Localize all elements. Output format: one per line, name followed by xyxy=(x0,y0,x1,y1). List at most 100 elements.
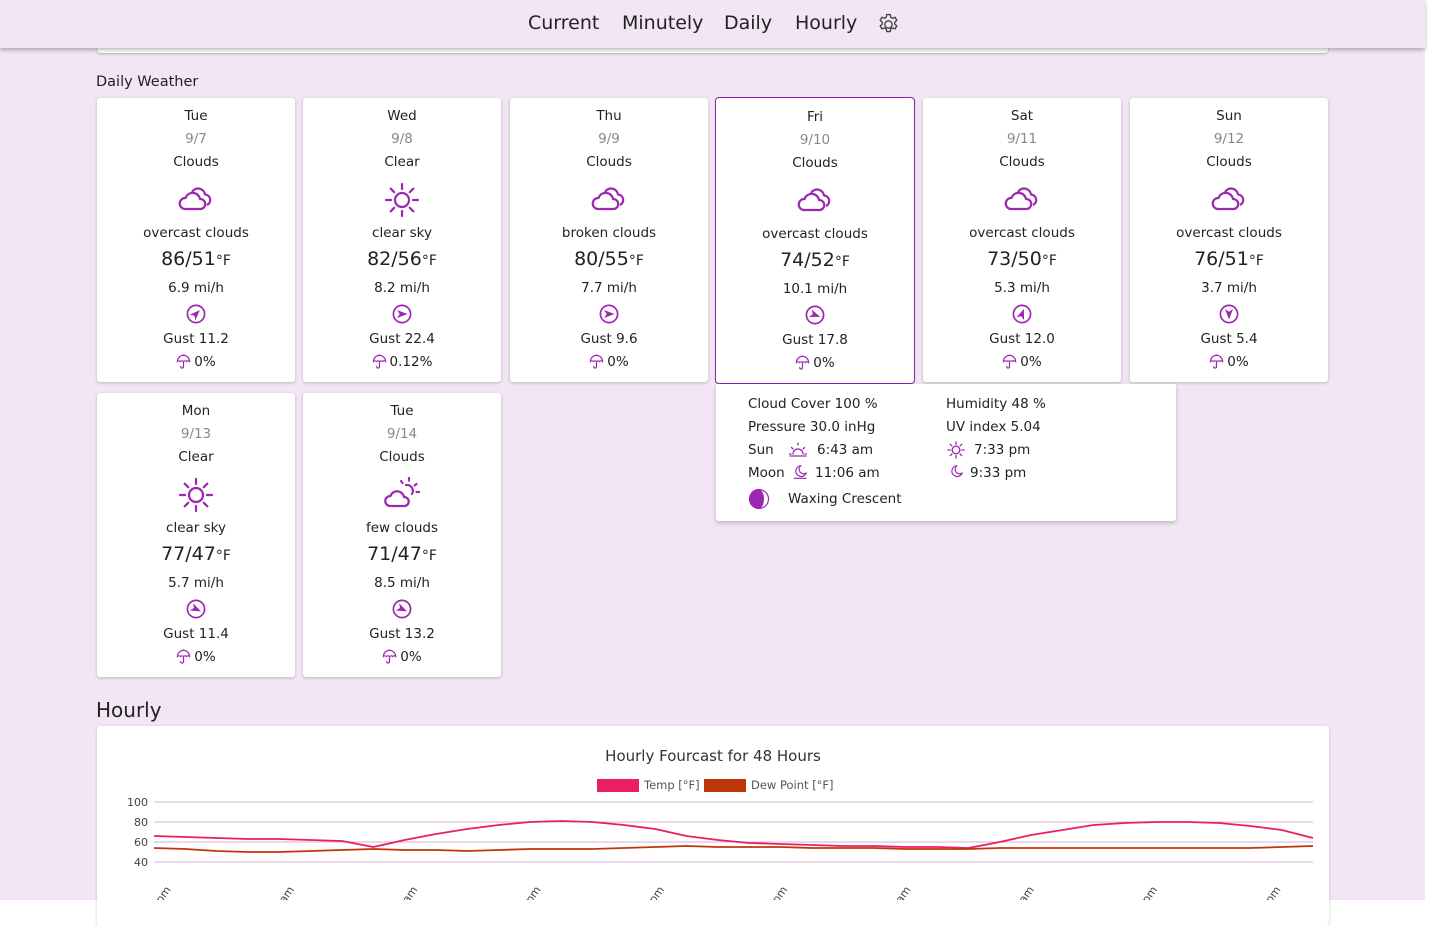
temp-low: 50 xyxy=(1017,248,1042,270)
day-name: Fri xyxy=(806,109,824,125)
nav-hourly[interactable]: Hourly xyxy=(795,12,857,34)
x-tick-label: 12 pm xyxy=(513,884,544,900)
humidity: Humidity 48 % xyxy=(946,396,1046,412)
weather-main: Clouds xyxy=(379,449,425,465)
weather-main: Clouds xyxy=(1206,154,1252,170)
wind-gust: Gust 5.4 xyxy=(1200,331,1258,347)
umbrella-icon xyxy=(382,649,400,665)
temperature: 73/50°F xyxy=(987,248,1057,270)
moonrise-icon xyxy=(793,465,807,479)
moon-label: Moon xyxy=(748,465,785,481)
precipitation: 0% xyxy=(97,354,295,370)
precip-value: 0% xyxy=(194,649,216,665)
temp-unit: °F xyxy=(1248,253,1264,269)
wind-direction-icon xyxy=(186,304,206,324)
wind-gust: Gust 22.4 xyxy=(369,331,435,347)
weather-description: overcast clouds xyxy=(762,226,868,242)
weather-main: Clouds xyxy=(586,154,632,170)
daily-section-title: Daily Weather xyxy=(96,74,199,90)
day-card[interactable]: Thu 9/9 Clouds broken clouds 80/55°F 7.7… xyxy=(510,98,708,382)
gear-icon[interactable] xyxy=(876,12,901,37)
precipitation: 0% xyxy=(97,649,295,665)
hourly-chart-card: Hourly Fourcast for 48 Hours Temp [°F] Dew… xyxy=(97,726,1329,926)
day-name: Tue xyxy=(390,403,414,419)
nav-minutely[interactable]: Minutely xyxy=(622,12,703,34)
temp-high: 76 xyxy=(1194,248,1219,270)
wind-direction-icon xyxy=(805,305,825,325)
temp-high: 80 xyxy=(574,248,599,270)
day-name: Tue xyxy=(184,108,208,124)
wind-speed: 5.7 mi/h xyxy=(168,575,224,591)
y-tick-label: 80 xyxy=(134,816,148,829)
temp-high: 82 xyxy=(367,248,392,270)
day-date: 9/10 xyxy=(799,132,831,148)
y-tick-label: 60 xyxy=(134,836,148,849)
temp-unit: °F xyxy=(1041,253,1057,269)
day-card[interactable]: Wed 9/8 Clear clear sky 82/56°F 8.2 mi/h… xyxy=(303,98,501,382)
sun-label: Sun xyxy=(748,442,774,458)
temp-high: 77 xyxy=(161,543,186,565)
wind-direction-icon xyxy=(392,599,412,619)
precip-value: 0% xyxy=(400,649,422,665)
x-tick-label: 9 pm xyxy=(147,884,174,900)
day-card[interactable]: Tue 9/14 Clouds few clouds 71/47°F 8.5 m… xyxy=(303,393,501,677)
temp-unit: °F xyxy=(421,548,437,564)
legend-swatch xyxy=(704,779,746,792)
day-card[interactable]: Fri 9/10 Clouds overcast clouds 74/52°F … xyxy=(715,97,915,384)
clouds-icon xyxy=(589,180,629,220)
weather-description: overcast clouds xyxy=(1176,225,1282,241)
nav-current[interactable]: Current xyxy=(528,12,599,34)
weather-description: clear sky xyxy=(372,225,432,241)
precip-value: 0% xyxy=(1020,354,1042,370)
moonset-icon xyxy=(951,465,963,478)
nav-daily[interactable]: Daily xyxy=(724,12,772,34)
clouds-icon xyxy=(176,180,216,220)
hourly-chart: Hourly Fourcast for 48 Hours Temp [°F] Dew… xyxy=(127,747,1314,900)
y-tick-label: 100 xyxy=(127,796,148,809)
wind-speed: 8.5 mi/h xyxy=(374,575,430,591)
umbrella-icon xyxy=(372,354,390,370)
precipitation: 0% xyxy=(303,649,501,665)
day-card[interactable]: Tue 9/7 Clouds overcast clouds 86/51°F 6… xyxy=(97,98,295,382)
wind-gust: Gust 17.8 xyxy=(782,332,848,348)
temp-low: 55 xyxy=(604,248,629,270)
day-name: Sun xyxy=(1216,108,1242,124)
day-date: 9/9 xyxy=(598,131,620,147)
day-card[interactable]: Sun 9/12 Clouds overcast clouds 76/51°F … xyxy=(1130,98,1328,382)
wind-direction-icon xyxy=(1012,304,1032,324)
temp-high: 74 xyxy=(780,249,805,271)
day-card[interactable]: Sat 9/11 Clouds overcast clouds 73/50°F … xyxy=(923,98,1121,382)
temp-unit: °F xyxy=(215,253,231,269)
sun-icon xyxy=(176,475,216,515)
moonrise-time: 11:06 am xyxy=(815,465,880,481)
sunrise-icon xyxy=(788,442,808,457)
temp-high: 71 xyxy=(367,543,392,565)
sunrise-time: 6:43 am xyxy=(817,442,874,458)
temp-unit: °F xyxy=(215,548,231,564)
weather-main: Clear xyxy=(384,154,420,170)
day-date: 9/7 xyxy=(185,131,207,147)
day-name: Sat xyxy=(1010,108,1034,124)
weather-description: broken clouds xyxy=(561,225,657,241)
weather-main: Clouds xyxy=(792,155,838,171)
day-card[interactable]: Mon 9/13 Clear clear sky 77/47°F 5.7 mi/… xyxy=(97,393,295,677)
hourly-section-title: Hourly xyxy=(96,698,162,722)
wind-direction-icon xyxy=(599,304,619,324)
temp-unit: °F xyxy=(834,254,850,270)
temp-high: 73 xyxy=(987,248,1012,270)
moonset-time: 9:33 pm xyxy=(970,465,1027,481)
wind-gust: Gust 11.4 xyxy=(163,626,229,642)
weather-description: overcast clouds xyxy=(143,225,249,241)
wind-gust: Gust 12.0 xyxy=(989,331,1055,347)
temp-low: 47 xyxy=(397,543,422,565)
clouds-icon xyxy=(1209,180,1249,220)
temperature: 76/51°F xyxy=(1194,248,1264,270)
precipitation: 0% xyxy=(1130,354,1328,370)
day-name: Wed xyxy=(387,108,417,124)
precipitation: 0.12% xyxy=(303,354,501,370)
wind-speed: 10.1 mi/h xyxy=(782,281,848,297)
uv-index: UV index 5.04 xyxy=(946,419,1041,435)
umbrella-icon xyxy=(1209,354,1227,370)
sunset-icon xyxy=(947,441,965,459)
precip-value: 0% xyxy=(1227,354,1249,370)
